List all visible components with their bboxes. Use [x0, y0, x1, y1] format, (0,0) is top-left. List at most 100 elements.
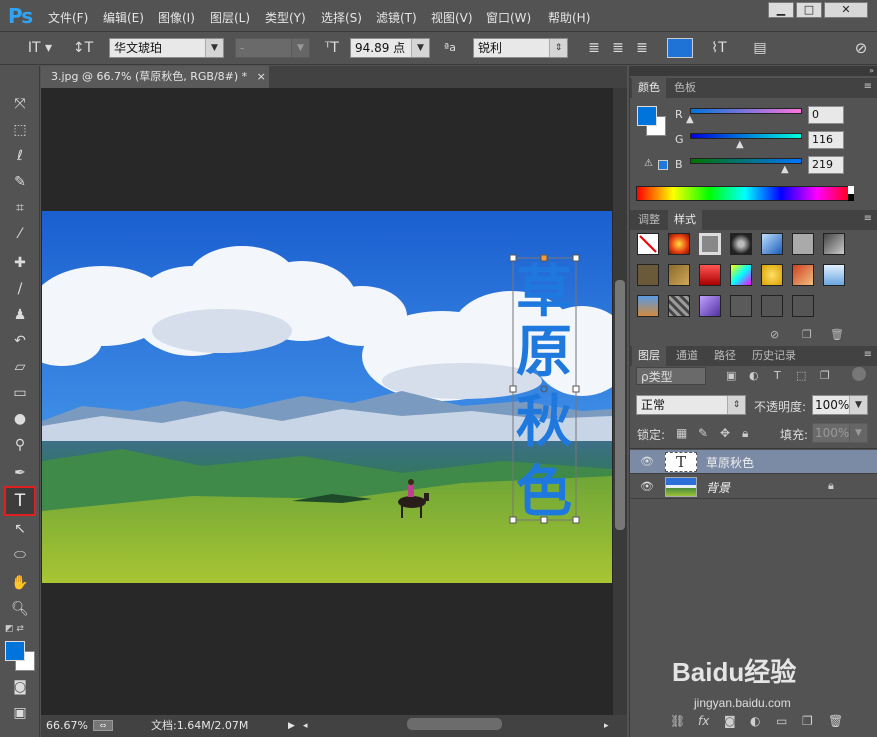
eye-icon[interactable]: 👁︎: [636, 479, 658, 495]
align-center-icon[interactable]: ≣: [608, 38, 628, 58]
tab-history[interactable]: 历史记录: [746, 346, 802, 366]
tab-paths[interactable]: 路径: [708, 346, 742, 366]
channel-r-value[interactable]: 0: [808, 106, 844, 124]
style-swatch[interactable]: [668, 295, 690, 317]
quick-mask-icon[interactable]: ◙: [8, 676, 32, 698]
style-swatch[interactable]: [699, 233, 721, 255]
channel-g-value[interactable]: 116: [808, 131, 844, 149]
ellipse-tool-icon[interactable]: ⬭: [8, 544, 32, 566]
blend-mode-select[interactable]: 正常 ⇕: [636, 395, 746, 415]
style-swatch[interactable]: [668, 233, 690, 255]
style-swatch[interactable]: [761, 295, 783, 317]
filter-shape-icon[interactable]: ⬚: [796, 369, 806, 382]
status-menu-arrow-icon[interactable]: ▶: [288, 715, 295, 737]
channel-b-value[interactable]: 219: [808, 156, 844, 174]
spectrum-white-swatch[interactable]: [848, 186, 854, 194]
default-colors-icon[interactable]: ◩ ⇄: [5, 624, 24, 634]
lock-all-icon[interactable]: 🔒︎: [742, 426, 748, 441]
web-color-swatch[interactable]: [658, 160, 668, 170]
antialias-select[interactable]: 锐利 ⇕: [473, 38, 568, 58]
tab-color[interactable]: 颜色: [632, 78, 666, 98]
style-swatch[interactable]: [637, 295, 659, 317]
channel-g-slider[interactable]: [690, 133, 802, 139]
spectrum-black-swatch[interactable]: [848, 194, 854, 201]
menu-window[interactable]: 窗口(W): [486, 9, 531, 26]
move-tool-icon[interactable]: ⤧: [8, 93, 32, 115]
menu-help[interactable]: 帮助(H): [548, 9, 590, 26]
align-left-icon[interactable]: ≣: [584, 38, 604, 58]
gamut-warning-icon[interactable]: ⚠: [644, 158, 653, 169]
panel-menu-icon[interactable]: ≡: [864, 213, 872, 224]
warp-text-icon[interactable]: ⌇T: [709, 38, 729, 58]
tab-adjustments[interactable]: 调整: [632, 210, 666, 230]
delete-style-icon[interactable]: 🗑︎: [830, 328, 844, 341]
crop-tool-icon[interactable]: ⌗: [8, 197, 32, 219]
align-right-icon[interactable]: ≣: [632, 38, 652, 58]
minimize-button[interactable]: ▁: [768, 2, 794, 18]
text-color-swatch[interactable]: [667, 38, 693, 58]
zoom-tool-icon[interactable]: 🔍︎: [8, 598, 32, 620]
style-swatch[interactable]: [637, 264, 659, 286]
fill-field[interactable]: 100% ▼: [812, 423, 868, 443]
filter-type-icon[interactable]: T: [774, 369, 781, 382]
eyedropper-tool-icon[interactable]: ⁄: [8, 223, 32, 245]
scroll-right-icon[interactable]: ▸: [604, 715, 609, 737]
eye-icon[interactable]: 👁︎: [636, 454, 658, 470]
document-image[interactable]: 草 原 秋 色: [42, 211, 612, 583]
pen-tool-icon[interactable]: ✒: [8, 462, 32, 484]
marquee-tool-icon[interactable]: ⬚: [8, 119, 32, 141]
filter-adjustment-icon[interactable]: ◐: [749, 369, 759, 382]
slider-handle-icon[interactable]: ▲: [781, 164, 789, 175]
style-swatch[interactable]: [823, 233, 845, 255]
foreground-color-swatch[interactable]: [5, 641, 25, 661]
slider-handle-icon[interactable]: ▲: [686, 114, 694, 125]
lasso-tool-icon[interactable]: ℓ: [8, 145, 32, 167]
document-tab[interactable]: 3.jpg @ 66.7% (草原秋色, RGB/8#) * ×: [41, 66, 269, 88]
character-panel-icon[interactable]: ▤: [750, 38, 770, 58]
font-style-select[interactable]: - ▼: [235, 38, 310, 58]
lock-brush-icon[interactable]: ✎: [698, 426, 708, 440]
tab-channels[interactable]: 通道: [670, 346, 704, 366]
scroll-left-icon[interactable]: ◂: [303, 715, 308, 737]
horizontal-scrollbar-thumb[interactable]: [407, 718, 502, 730]
style-swatch[interactable]: [730, 264, 752, 286]
panel-menu-icon[interactable]: ≡: [864, 349, 872, 360]
style-swatch[interactable]: [792, 233, 814, 255]
type-tool-icon[interactable]: T: [4, 486, 36, 516]
blur-tool-icon[interactable]: ●: [8, 408, 32, 430]
menu-select[interactable]: 选择(S): [321, 9, 362, 26]
layer-name[interactable]: 背景: [706, 479, 730, 496]
cancel-icon[interactable]: ⊘: [851, 38, 871, 58]
lock-move-icon[interactable]: ✥: [720, 426, 730, 440]
zoom-level[interactable]: 66.67%: [46, 715, 88, 737]
brush-tool-icon[interactable]: /: [8, 278, 32, 300]
hand-tool-icon[interactable]: ✋: [8, 572, 32, 594]
style-swatch[interactable]: [668, 264, 690, 286]
close-button[interactable]: ✕: [824, 2, 868, 18]
text-tool-preset-icon[interactable]: IT ▾: [20, 38, 60, 58]
style-swatch[interactable]: [823, 264, 845, 286]
healing-brush-tool-icon[interactable]: ✚: [8, 252, 32, 274]
layer-row-text[interactable]: 👁︎ T 草原秋色: [630, 450, 877, 474]
menu-type[interactable]: 类型(Y): [265, 9, 306, 26]
maximize-button[interactable]: □: [796, 2, 822, 18]
menu-edit[interactable]: 编辑(E): [103, 9, 144, 26]
filter-pixel-icon[interactable]: ▣: [726, 369, 736, 382]
clone-stamp-tool-icon[interactable]: ♟: [8, 304, 32, 326]
filter-smart-object-icon[interactable]: ❐: [820, 369, 830, 382]
style-swatch[interactable]: [730, 295, 752, 317]
layer-name[interactable]: 草原秋色: [706, 454, 754, 471]
channel-r-slider[interactable]: [690, 108, 802, 114]
clear-style-icon[interactable]: ⊘: [770, 328, 779, 341]
color-spectrum-bar[interactable]: [636, 186, 854, 201]
tab-layers[interactable]: 图层: [632, 346, 666, 366]
slider-handle-icon[interactable]: ▲: [736, 139, 744, 150]
style-swatch[interactable]: [792, 295, 814, 317]
menu-file[interactable]: 文件(F): [48, 9, 88, 26]
status-preview-icon[interactable]: ⇔: [93, 720, 113, 731]
tab-styles[interactable]: 样式: [668, 210, 702, 230]
lock-transparent-icon[interactable]: ▦: [676, 426, 687, 440]
gradient-tool-icon[interactable]: ▭: [8, 382, 32, 404]
style-swatch[interactable]: [730, 233, 752, 255]
vertical-scrollbar-thumb[interactable]: [615, 280, 625, 530]
